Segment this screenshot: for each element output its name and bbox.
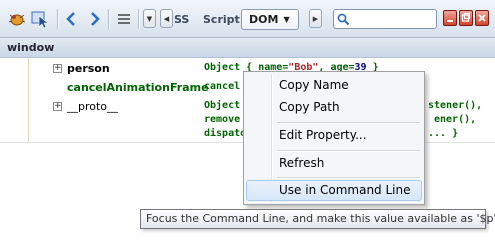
search-icon <box>337 13 350 26</box>
detach-window-icon <box>461 13 470 22</box>
property-value-line1-tail: stener(), <box>428 100 483 111</box>
menu-separator <box>277 177 420 179</box>
context-menu: Copy Name Copy Path Edit Property... Ref… <box>243 71 425 205</box>
menu-item-edit-property[interactable]: Edit Property... <box>246 125 422 146</box>
menu-item-copy-name[interactable]: Copy Name <box>246 75 422 96</box>
property-value-line3: dispato <box>204 128 247 139</box>
detach-window-button[interactable] <box>459 10 473 26</box>
chevron-down-icon: ▼ <box>283 15 290 24</box>
menu-separator <box>277 150 420 152</box>
expand-plus-icon[interactable]: + <box>53 102 62 111</box>
toolbar-separator <box>108 9 110 29</box>
property-name[interactable]: __proto__ <box>67 100 118 113</box>
property-name[interactable]: cancelAnimationFrame <box>67 81 209 94</box>
menu-item-refresh[interactable]: Refresh <box>246 153 422 174</box>
scroll-tabs-right-button[interactable]: ▶ <box>309 9 322 28</box>
property-value[interactable]: cancel <box>204 81 240 92</box>
property-name[interactable]: person <box>67 62 110 75</box>
menu-item-use-in-command-line[interactable]: Use in Command Line <box>246 180 422 201</box>
tab-dom[interactable]: DOM ▼ <box>241 9 299 30</box>
panel-dropdown-button[interactable]: ▼ <box>143 9 156 28</box>
toolbar-separator <box>57 9 59 29</box>
tab-css-partial[interactable]: SS <box>174 13 189 26</box>
tooltip: Focus the Command Line, and make this va… <box>140 209 495 229</box>
search-input[interactable] <box>352 11 432 27</box>
menu-separator <box>277 122 420 124</box>
search-field[interactable] <box>333 9 437 29</box>
property-value-line2: remove <box>204 114 241 125</box>
toolbar-separator <box>138 9 140 29</box>
property-value-line1[interactable]: Object <box>204 100 240 111</box>
inspect-pointer-icon[interactable] <box>30 9 52 29</box>
tab-script[interactable]: Script <box>203 13 240 26</box>
scroll-tabs-left-button[interactable]: ◀ <box>160 9 173 28</box>
close-icon <box>478 14 486 22</box>
firebug-toolbar: ▼ ◀ SS Script DOM ▼ ▶ <box>0 0 495 38</box>
dom-root-header[interactable]: window <box>0 38 495 58</box>
menu-item-copy-path[interactable]: Copy Path <box>246 97 422 118</box>
back-arrow-icon[interactable] <box>64 9 78 29</box>
property-value-line2-tail: ener(), <box>434 114 477 125</box>
firebug-bug-icon[interactable] <box>6 9 28 29</box>
expand-plus-icon[interactable]: + <box>53 64 62 73</box>
property-value-line3-tail: ... } <box>428 128 459 139</box>
forward-arrow-icon[interactable] <box>88 9 102 29</box>
minimize-button[interactable] <box>443 10 457 26</box>
panel-list-menu-icon[interactable] <box>114 9 134 29</box>
close-button[interactable] <box>475 10 489 26</box>
tab-dom-label: DOM <box>249 13 279 26</box>
minimize-icon <box>447 20 453 22</box>
